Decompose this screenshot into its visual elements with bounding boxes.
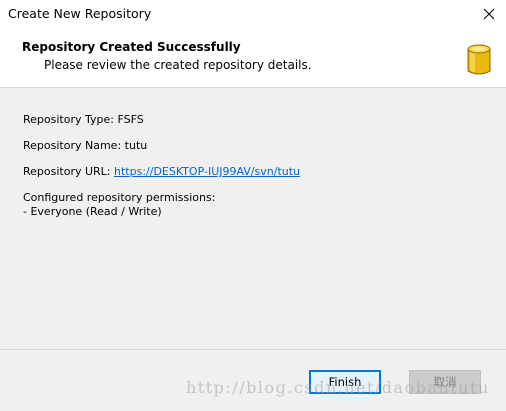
repository-details: Repository Type: FSFS Repository Name: t… <box>23 113 483 219</box>
repository-url-label: Repository URL: <box>23 165 115 178</box>
create-repository-dialog: Create New Repository Repository Created… <box>0 0 506 411</box>
footer-divider <box>0 349 506 350</box>
database-icon <box>467 44 491 75</box>
repository-name-label: Repository Name: <box>23 139 125 152</box>
wizard-header: Repository Created Successfully Please r… <box>0 28 506 88</box>
repository-type-row: Repository Type: FSFS <box>23 113 483 127</box>
finish-button-label: Finish <box>328 375 362 389</box>
repository-url-row: Repository URL: https://DESKTOP-IUJ99AV/… <box>23 165 483 179</box>
window-title: Create New Repository <box>8 6 152 21</box>
permissions-item: - Everyone (Read / Write) <box>23 205 162 218</box>
finish-button[interactable]: Finish <box>309 370 381 394</box>
title-bar: Create New Repository <box>0 0 506 28</box>
cancel-button-label: 取消 <box>433 375 457 389</box>
close-button[interactable] <box>472 0 506 28</box>
header-subtitle: Please review the created repository det… <box>44 58 312 72</box>
header-title: Repository Created Successfully <box>22 40 241 54</box>
repository-name-row: Repository Name: tutu <box>23 139 483 153</box>
repository-name-value: tutu <box>124 139 148 152</box>
repository-url-link[interactable]: https://DESKTOP-IUJ99AV/svn/tutu <box>114 165 300 178</box>
close-icon <box>483 8 495 20</box>
repository-type-label: Repository Type: <box>23 113 118 126</box>
repository-type-value: FSFS <box>117 113 144 126</box>
permissions-heading: Configured repository permissions: <box>23 191 216 204</box>
cancel-button[interactable]: 取消 <box>409 370 481 394</box>
